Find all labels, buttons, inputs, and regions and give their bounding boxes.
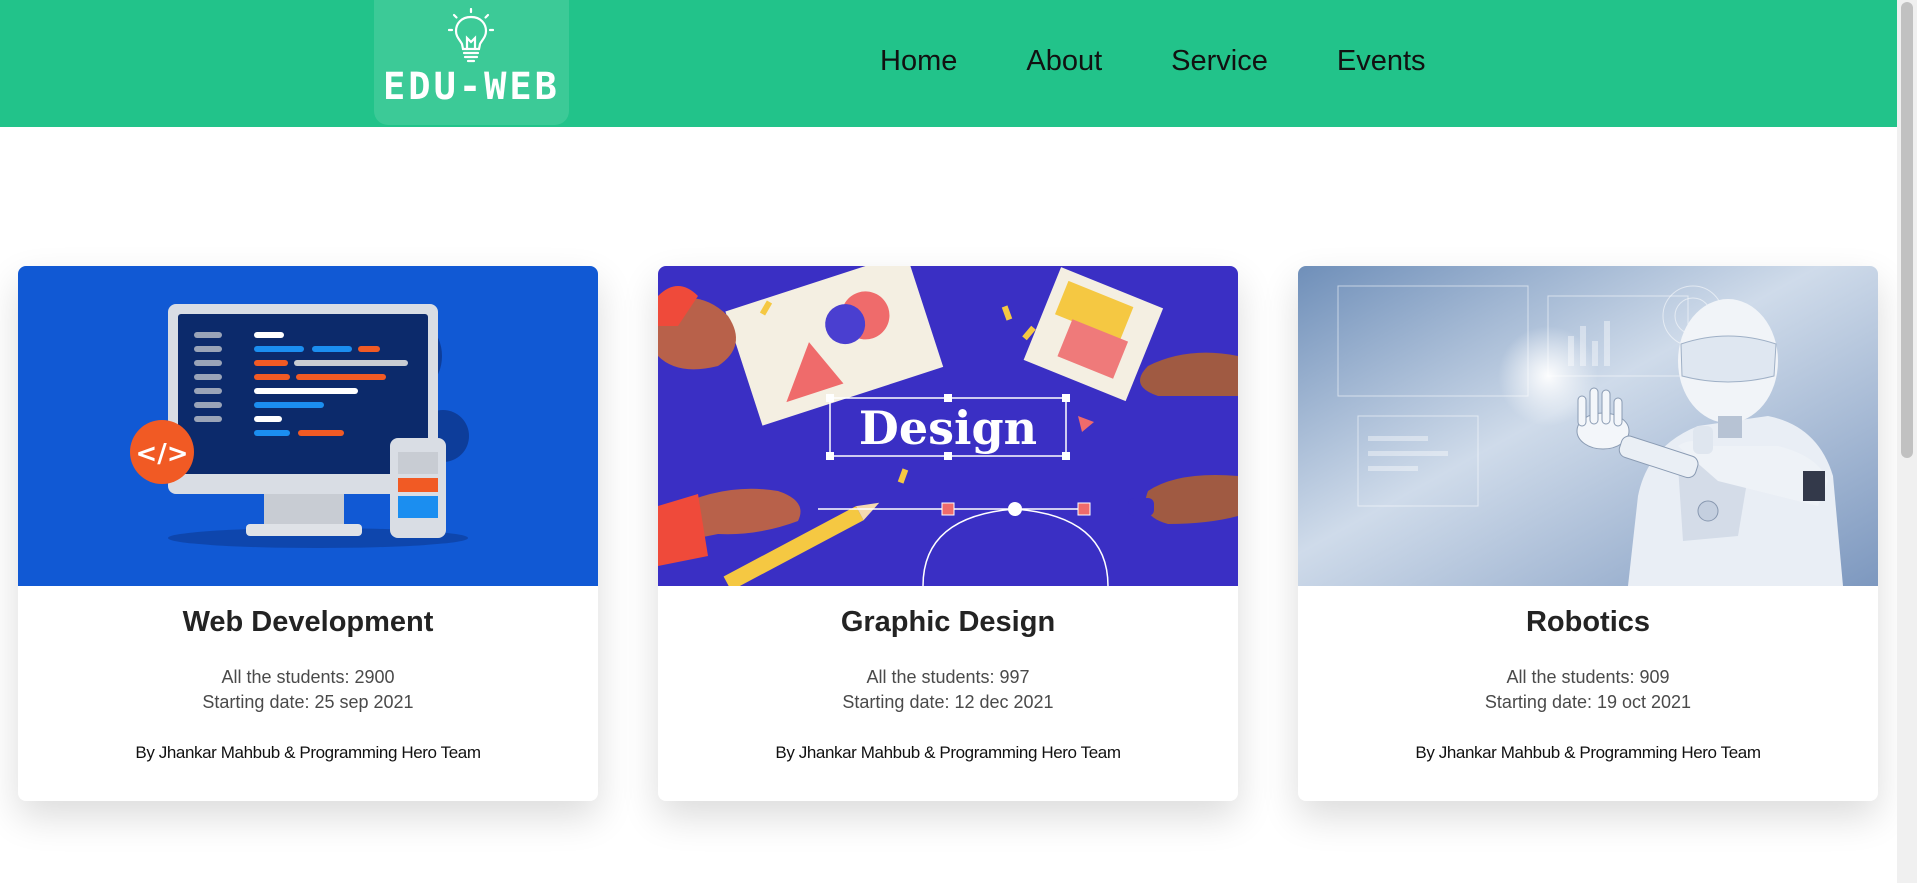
vertical-scrollbar[interactable] (1897, 0, 1917, 883)
course-card-graphic-design[interactable]: Design Graphic Design All the students: … (658, 266, 1238, 801)
course-students: All the students: 2900 (221, 667, 395, 687)
code-icon: </> (135, 439, 188, 469)
course-meta: All the students: 909 Starting date: 19 … (1298, 665, 1878, 715)
course-title: Web Development (182, 606, 434, 638)
course-card-robotics[interactable]: Robotics All the students: 909 Starting … (1298, 266, 1878, 801)
course-start-date: Starting date: 25 sep 2021 (202, 692, 414, 712)
nav-events[interactable]: Events (1337, 44, 1426, 79)
course-title: Graphic Design (840, 606, 1056, 638)
nav-service[interactable]: Service (1171, 44, 1268, 79)
design-image-word: Design (859, 401, 1037, 455)
lightbulb-icon (448, 8, 494, 63)
logo-text: EDU-WEB (383, 65, 560, 108)
logo[interactable]: EDU-WEB (374, 0, 569, 125)
main-nav: Home About Service Events (880, 44, 1426, 79)
course-meta: All the students: 997 Starting date: 12 … (658, 665, 1238, 715)
course-start-date: Starting date: 19 oct 2021 (1484, 692, 1692, 712)
web-development-image: </> (18, 266, 598, 586)
course-title: Robotics (1525, 606, 1651, 638)
scrollbar-thumb[interactable] (1901, 2, 1913, 458)
course-students: All the students: 997 (866, 667, 1030, 687)
robotics-image (1298, 266, 1878, 586)
course-author: By Jhankar Mahbub & Programming Hero Tea… (775, 743, 1121, 762)
course-students: All the students: 909 (1506, 667, 1670, 687)
course-author: By Jhankar Mahbub & Programming Hero Tea… (1415, 743, 1761, 762)
course-author: By Jhankar Mahbub & Programming Hero Tea… (135, 743, 481, 762)
course-meta: All the students: 2900 Starting date: 25… (18, 665, 598, 715)
course-card-web-development[interactable]: </> Web Development All the students: 29… (18, 266, 598, 801)
graphic-design-image: Design (658, 266, 1238, 586)
course-start-date: Starting date: 12 dec 2021 (842, 692, 1054, 712)
nav-home[interactable]: Home (880, 44, 957, 79)
navbar: EDU-WEB Home About Service Events (0, 0, 1897, 127)
nav-about[interactable]: About (1026, 44, 1102, 79)
